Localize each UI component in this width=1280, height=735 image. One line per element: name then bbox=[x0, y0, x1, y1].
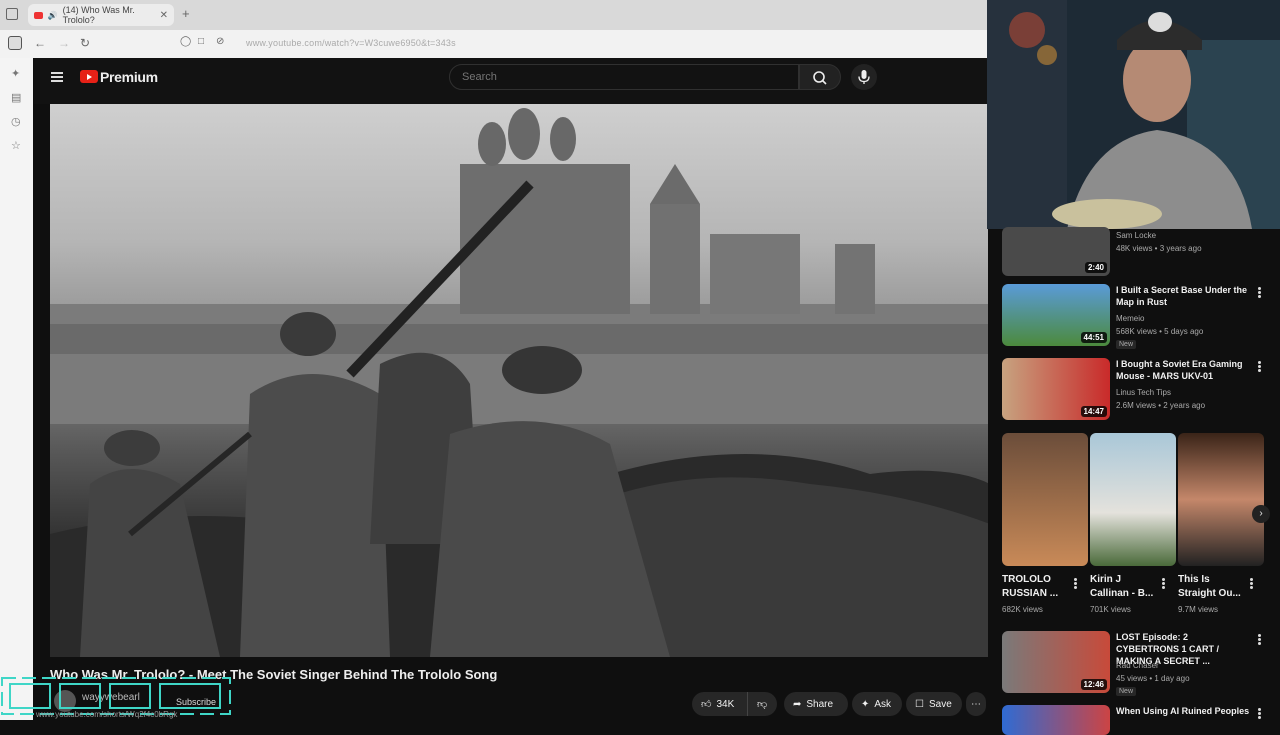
video-thumbnail[interactable]: 14:47 bbox=[1002, 358, 1110, 420]
video-meta: 568K views • 5 days ago bbox=[1116, 327, 1204, 336]
new-badge: New bbox=[1116, 340, 1137, 349]
browser-left-panel bbox=[0, 58, 33, 720]
mic-icon bbox=[858, 70, 870, 84]
video-meta: 48K views • 3 years ago bbox=[1116, 244, 1202, 253]
more-vert-icon[interactable] bbox=[1258, 708, 1261, 719]
url-text[interactable]: www.youtube.com/watch?v=W3cuwe6950&t=343… bbox=[246, 38, 456, 48]
brand-label[interactable]: Premium bbox=[100, 69, 158, 85]
video-channel[interactable]: Linus Tech Tips bbox=[1116, 387, 1171, 398]
short-thumbnail[interactable] bbox=[1002, 433, 1088, 566]
video-title-link[interactable]: I Bought a Soviet Era Gaming Mouse - MAR… bbox=[1116, 358, 1251, 382]
search-button[interactable] bbox=[799, 64, 841, 90]
short-views: 701K views bbox=[1090, 605, 1131, 614]
tab-overview-icon[interactable] bbox=[6, 8, 18, 20]
video-thumbnail[interactable]: 12:46 bbox=[1002, 631, 1110, 693]
more-vert-icon[interactable] bbox=[1258, 361, 1261, 372]
youtube-logo-icon[interactable] bbox=[80, 70, 98, 83]
video-channel[interactable]: Rad Chaser bbox=[1116, 660, 1159, 671]
share-button[interactable]: ➦ Share bbox=[784, 692, 848, 716]
short-views: 682K views bbox=[1002, 605, 1043, 614]
shelf-next-icon[interactable]: › bbox=[1252, 505, 1270, 523]
duration-badge: 14:47 bbox=[1080, 406, 1107, 417]
sparkle-icon: ✦ bbox=[861, 698, 870, 710]
tab-audio-icon: 🔊 bbox=[47, 10, 58, 20]
more-vert-icon[interactable] bbox=[1250, 578, 1253, 589]
video-title-link[interactable]: When Using AI Ruined Peoples bbox=[1116, 705, 1251, 717]
more-vert-icon[interactable] bbox=[1258, 634, 1261, 645]
history-icon[interactable]: ◷ bbox=[11, 115, 23, 128]
short-thumbnail[interactable] bbox=[1090, 433, 1176, 566]
more-actions-button[interactable]: ⋯ bbox=[966, 692, 986, 716]
tab-close-icon[interactable]: ✕ bbox=[160, 10, 168, 21]
share-icon: ➦ bbox=[793, 698, 802, 710]
forward-icon[interactable]: → bbox=[58, 36, 70, 50]
ask-label: Ask bbox=[874, 698, 892, 710]
new-badge: New bbox=[1116, 687, 1137, 696]
new-tab-button[interactable]: + bbox=[182, 6, 190, 21]
back-icon[interactable]: ← bbox=[34, 36, 46, 50]
tracking-icon[interactable]: ⊘ bbox=[216, 36, 224, 47]
video-thumbnail[interactable] bbox=[1002, 705, 1110, 735]
lock-icon[interactable]: □ bbox=[198, 36, 204, 47]
related-videos-sidebar: 2:40 Sam Locke 48K views • 3 years ago 4… bbox=[988, 227, 1280, 735]
reload-icon[interactable]: ↻ bbox=[80, 36, 90, 50]
thumbs-up-icon: 👍︎ bbox=[701, 699, 712, 710]
share-label: Share bbox=[806, 698, 834, 710]
duration-badge: 2:40 bbox=[1084, 262, 1107, 273]
short-thumbnail[interactable] bbox=[1178, 433, 1264, 566]
voice-search-button[interactable] bbox=[851, 64, 877, 90]
address-bar-row bbox=[0, 30, 988, 58]
menu-icon[interactable] bbox=[51, 72, 63, 82]
more-icon: ⋯ bbox=[971, 698, 981, 710]
bookmark-icon: ☐ bbox=[915, 698, 924, 710]
more-vert-icon[interactable] bbox=[1258, 287, 1261, 298]
ask-button[interactable]: ✦ Ask bbox=[852, 692, 902, 716]
tab-title: (14) Who Was Mr. Trololo? bbox=[62, 5, 135, 25]
search-icon bbox=[813, 71, 827, 85]
more-vert-icon[interactable] bbox=[1074, 578, 1077, 589]
search-input[interactable] bbox=[449, 64, 799, 90]
shield-icon[interactable]: ◯ bbox=[180, 36, 191, 47]
bookmarks-icon[interactable]: ☆ bbox=[11, 139, 23, 152]
video-frame-image bbox=[50, 108, 990, 657]
video-player[interactable] bbox=[50, 104, 990, 657]
video-thumbnail[interactable]: 2:40 bbox=[1002, 227, 1110, 276]
like-count: 34K bbox=[716, 698, 735, 710]
more-vert-icon[interactable] bbox=[1162, 578, 1165, 589]
short-title[interactable]: Kirin J Callinan - B... bbox=[1090, 573, 1160, 601]
video-meta: 45 views • 1 day ago bbox=[1116, 674, 1190, 683]
browser-tab-active[interactable]: 🔊 (14) Who Was Mr. Trololo? ✕ bbox=[28, 4, 174, 26]
video-channel[interactable]: Memeio bbox=[1116, 313, 1144, 324]
video-channel[interactable]: Sam Locke bbox=[1116, 230, 1156, 241]
video-thumbnail[interactable]: 44:51 bbox=[1002, 284, 1110, 346]
short-title[interactable]: TROLOLO RUSSIAN ... bbox=[1002, 573, 1072, 601]
short-views: 9.7M views bbox=[1178, 605, 1219, 614]
duration-badge: 12:46 bbox=[1080, 679, 1107, 690]
webcam-overlay bbox=[987, 0, 1280, 229]
status-bar-url: www.youtube.com/shorts/Wq2f4c0bRgk bbox=[36, 710, 178, 719]
thumbs-down-icon: 👎︎ bbox=[757, 699, 768, 710]
ai-sparkle-icon[interactable]: ✦ bbox=[11, 67, 23, 80]
save-label: Save bbox=[928, 698, 952, 710]
youtube-favicon bbox=[34, 11, 43, 19]
sidebar-toggle-icon[interactable] bbox=[8, 36, 22, 50]
reading-list-icon[interactable]: ▤ bbox=[11, 91, 23, 104]
dislike-button[interactable]: 👎︎ bbox=[747, 692, 777, 716]
save-button[interactable]: ☐ Save bbox=[906, 692, 962, 716]
short-title[interactable]: This Is Straight Ou... bbox=[1178, 573, 1248, 601]
video-meta: 2.6M views • 2 years ago bbox=[1116, 401, 1206, 410]
duration-badge: 44:51 bbox=[1080, 332, 1107, 343]
video-title-link[interactable]: I Built a Secret Base Under the Map in R… bbox=[1116, 284, 1251, 308]
